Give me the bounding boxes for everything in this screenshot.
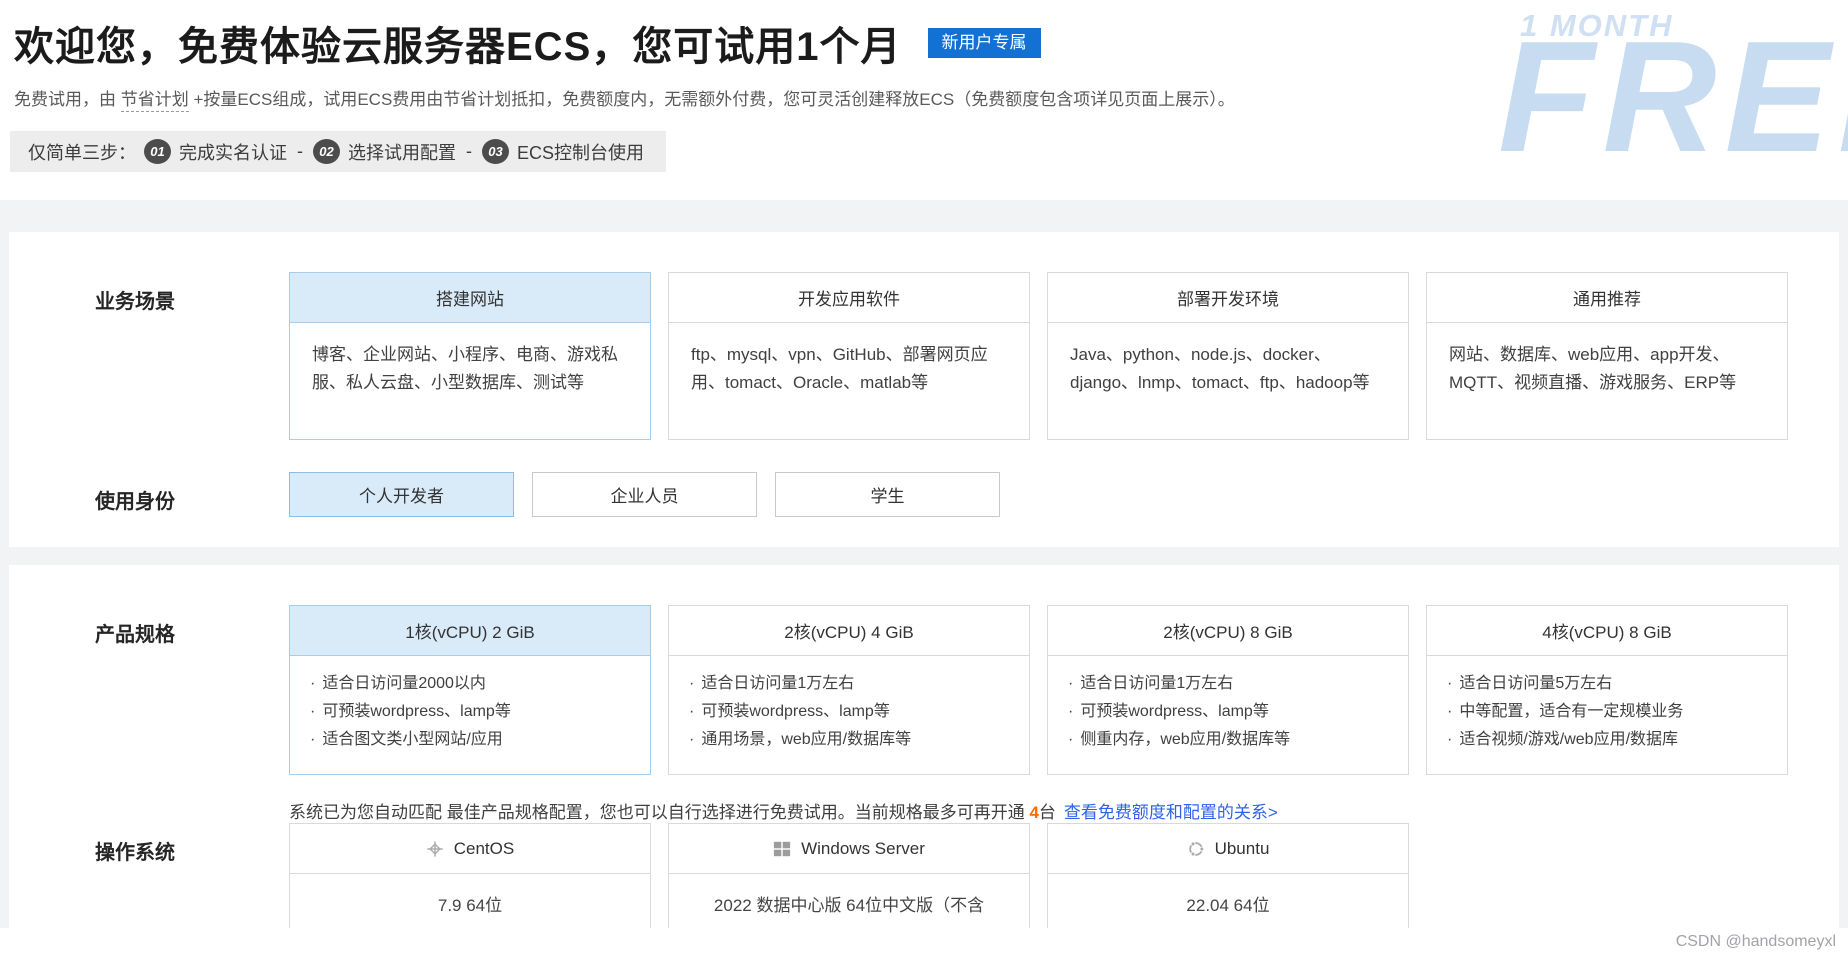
scenario-card-title: 部署开发环境 [1048, 273, 1408, 323]
step-3-number: 03 [482, 139, 509, 164]
centos-icon [426, 840, 444, 858]
subtitle-text-post: +按量ECS组成，试用ECS费用由节省计划抵扣，免费额度内，无需额外付费，您可灵… [189, 90, 1235, 109]
scenario-card-general[interactable]: 通用推荐 网站、数据库、web应用、app开发、MQTT、视频直播、游戏服务、E… [1426, 272, 1788, 440]
spec-card-1c2g[interactable]: 1核(vCPU) 2 GiB 适合日访问量2000以内 可预装wordpress… [289, 605, 651, 775]
scenario-card-desc: 网站、数据库、web应用、app开发、MQTT、视频直播、游戏服务、ERP等 [1427, 323, 1787, 397]
scenario-card-deploy-env[interactable]: 部署开发环境 Java、python、node.js、docker、django… [1047, 272, 1409, 440]
scenario-card-title: 开发应用软件 [669, 273, 1029, 323]
csdn-credit: CSDN @handsomeyxl [0, 928, 1848, 958]
scenario-card-desc: 博客、企业网站、小程序、电商、游戏私服、私人云盘、小型数据库、测试等 [290, 323, 650, 397]
os-card-title: Windows Server [801, 839, 925, 859]
os-version: 7.9 64位 [290, 874, 650, 916]
spec-item: 适合日访问量1万左右 [1068, 670, 1388, 698]
step-2-label: 选择试用配置 [348, 139, 456, 165]
page-subtitle: 免费试用，由 节省计划 +按量ECS组成，试用ECS费用由节省计划抵扣，免费额度… [14, 85, 1848, 110]
spec-item: 中等配置，适合有一定规模业务 [1447, 698, 1767, 726]
scenario-card-develop-software[interactable]: 开发应用软件 ftp、mysql、vpn、GitHub、部署网页应用、tomac… [668, 272, 1030, 440]
ubuntu-icon [1187, 840, 1205, 858]
os-card-title: Ubuntu [1215, 839, 1270, 859]
content-band: 业务场景 搭建网站 博客、企业网站、小程序、电商、游戏私服、私人云盘、小型数据库… [0, 200, 1848, 958]
spec-card-title: 2核(vCPU) 8 GiB [1048, 606, 1408, 656]
step-1-number: 01 [144, 139, 171, 164]
identity-student-button[interactable]: 学生 [775, 472, 1000, 517]
os-version: 22.04 64位 [1048, 874, 1408, 916]
os-card-title: CentOS [454, 839, 514, 859]
steps-label: 仅简单三步： [28, 139, 136, 165]
scenario-card-build-website[interactable]: 搭建网站 博客、企业网站、小程序、电商、游戏私服、私人云盘、小型数据库、测试等 [289, 272, 651, 440]
scenario-row: 业务场景 搭建网站 博客、企业网站、小程序、电商、游戏私服、私人云盘、小型数据库… [95, 272, 1799, 440]
spec-card-4c8g[interactable]: 4核(vCPU) 8 GiB 适合日访问量5万左右 中等配置，适合有一定规模业务… [1426, 605, 1788, 775]
step-3-label: ECS控制台使用 [517, 139, 644, 165]
spec-item: 侧重内存，web应用/数据库等 [1068, 726, 1388, 754]
subtitle-text-pre: 免费试用，由 [14, 90, 121, 109]
identity-personal-developer-button[interactable]: 个人开发者 [289, 472, 514, 517]
spec-note-unit: 台 [1039, 803, 1056, 822]
quota-relation-link[interactable]: 查看免费额度和配置的关系> [1064, 803, 1278, 822]
spec-item: 适合日访问量1万左右 [689, 670, 1009, 698]
savings-plan-link[interactable]: 节省计划 [121, 90, 189, 112]
steps-bar: 仅简单三步： 01 完成实名认证 - 02 选择试用配置 - 03 ECS控制台… [10, 131, 666, 172]
spec-card-title: 4核(vCPU) 8 GiB [1427, 606, 1787, 656]
os-version: 2022 数据中心版 64位中文版（不含 [669, 874, 1029, 916]
scenario-row-label: 业务场景 [95, 272, 289, 440]
step-1-label: 完成实名认证 [179, 139, 287, 165]
identity-enterprise-button[interactable]: 企业人员 [532, 472, 757, 517]
spec-card-2c4g[interactable]: 2核(vCPU) 4 GiB 适合日访问量1万左右 可预装wordpress、l… [668, 605, 1030, 775]
spec-row: 产品规格 1核(vCPU) 2 GiB 适合日访问量2000以内 可预装word… [95, 605, 1799, 775]
spec-note-text: 系统已为您自动匹配 最佳产品规格配置，您也可以自行选择进行免费试用。当前规格最多… [289, 803, 1029, 822]
spec-item: 可预装wordpress、lamp等 [689, 698, 1009, 726]
spec-item: 可预装wordpress、lamp等 [1068, 698, 1388, 726]
identity-row-label: 使用身份 [95, 472, 289, 517]
scenario-card-desc: Java、python、node.js、docker、django、lnmp、t… [1048, 323, 1408, 397]
spec-card-2c8g[interactable]: 2核(vCPU) 8 GiB 适合日访问量1万左右 可预装wordpress、l… [1047, 605, 1409, 775]
scenario-panel: 业务场景 搭建网站 博客、企业网站、小程序、电商、游戏私服、私人云盘、小型数据库… [9, 232, 1839, 547]
spec-note: 系统已为您自动匹配 最佳产品规格配置，您也可以自行选择进行免费试用。当前规格最多… [289, 798, 1799, 823]
scenario-card-title: 搭建网站 [290, 273, 650, 323]
spec-card-title: 2核(vCPU) 4 GiB [669, 606, 1029, 656]
page-title: 欢迎您，免费体验云服务器ECS，您可试用1个月 [14, 14, 902, 72]
spec-item: 适合日访问量2000以内 [310, 670, 630, 698]
spec-card-title: 1核(vCPU) 2 GiB [290, 606, 650, 656]
spec-note-count: 4 [1029, 803, 1038, 822]
spec-item: 可预装wordpress、lamp等 [310, 698, 630, 726]
identity-row: 使用身份 个人开发者 企业人员 学生 [95, 472, 1799, 517]
new-user-badge: 新用户专属 [928, 28, 1041, 58]
spec-item: 通用场景，web应用/数据库等 [689, 726, 1009, 754]
spec-item: 适合日访问量5万左右 [1447, 670, 1767, 698]
hero-header: 1 MONTH FREE 欢迎您，免费体验云服务器ECS，您可试用1个月 新用户… [0, 0, 1848, 200]
scenario-card-desc: ftp、mysql、vpn、GitHub、部署网页应用、tomact、Oracl… [669, 323, 1029, 397]
spec-item: 适合视频/游戏/web应用/数据库 [1447, 726, 1767, 754]
step-separator: - [295, 141, 305, 162]
spec-row-label: 产品规格 [95, 605, 289, 775]
windows-icon [773, 840, 791, 858]
step-2-number: 02 [313, 139, 340, 164]
spec-panel: 产品规格 1核(vCPU) 2 GiB 适合日访问量2000以内 可预装word… [9, 565, 1839, 958]
spec-item: 适合图文类小型网站/应用 [310, 726, 630, 754]
step-separator: - [464, 141, 474, 162]
scenario-card-title: 通用推荐 [1427, 273, 1787, 323]
